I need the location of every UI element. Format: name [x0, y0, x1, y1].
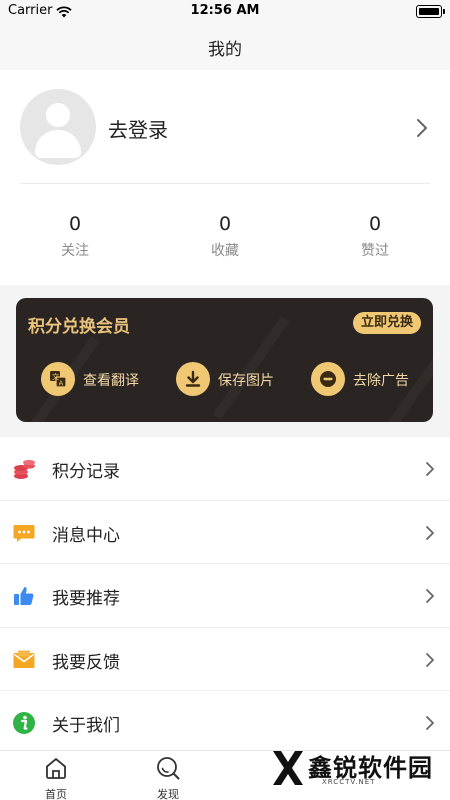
watermark-x-icon — [273, 751, 303, 785]
tab-discover[interactable]: 发现 — [138, 755, 198, 800]
chevron-right-icon — [425, 652, 435, 672]
login-link[interactable]: 去登录 — [108, 114, 168, 143]
info-icon — [12, 711, 36, 735]
discover-icon — [157, 757, 180, 780]
coins-icon — [12, 457, 36, 481]
menu-item-recommend[interactable]: 我要推荐 — [0, 564, 450, 628]
divider — [20, 183, 430, 184]
menu-label: 消息中心 — [52, 525, 120, 546]
stat-value: 0 — [368, 213, 382, 235]
feedback-mail-icon — [12, 648, 36, 672]
stat-label: 赞过 — [361, 243, 389, 259]
menu-label: 积分记录 — [52, 462, 120, 482]
stat-favorites[interactable]: 0 收藏 — [150, 212, 300, 260]
watermark-subtext: XRCCTV.NET — [322, 778, 376, 786]
menu-item-points-record[interactable]: 积分记录 — [0, 437, 450, 501]
menu-label: 我要推荐 — [52, 589, 120, 609]
nav-bar: 我的 — [0, 24, 450, 70]
stat-value: 0 — [68, 213, 82, 235]
tab-label: 首页 — [45, 788, 67, 800]
stat-label: 收藏 — [211, 243, 239, 259]
status-bar: Carrier 12:56 AM — [0, 0, 450, 24]
watermark-logo: 鑫锐软件园 XRCCTV.NET — [270, 746, 432, 792]
status-time: 12:56 AM — [190, 3, 260, 18]
chevron-right-icon — [425, 715, 435, 735]
exchange-now-button[interactable]: 立即兑换 — [352, 312, 421, 334]
stat-following[interactable]: 0 关注 — [0, 212, 150, 260]
feature-label: 保存图片 — [218, 373, 274, 389]
download-icon — [176, 362, 210, 396]
avatar-body-icon — [35, 130, 81, 158]
tab-label: 发现 — [157, 788, 179, 800]
card-decoration — [212, 316, 289, 420]
vip-title: 积分兑换会员 — [28, 317, 130, 337]
remove-ad-icon — [311, 362, 345, 396]
menu-item-message-center[interactable]: 消息中心 — [0, 501, 450, 564]
menu-item-feedback[interactable]: 我要反馈 — [0, 628, 450, 691]
chevron-right-icon[interactable] — [416, 118, 428, 142]
avatar[interactable] — [20, 89, 96, 165]
settings-menu: 积分记录 消息中心 我要推荐 我要反馈 关于我们 — [0, 437, 450, 755]
translate-icon: 文 A — [41, 362, 75, 396]
message-icon — [12, 521, 36, 545]
menu-item-about-us[interactable]: 关于我们 — [0, 691, 450, 755]
avatar-head-icon — [46, 103, 70, 127]
menu-label: 关于我们 — [52, 716, 120, 736]
stat-label: 关注 — [61, 243, 89, 259]
battery-icon — [416, 5, 445, 18]
menu-label: 我要反馈 — [52, 652, 120, 673]
profile-section: 去登录 0 关注 0 收藏 0 赞过 — [0, 70, 450, 285]
vip-exchange-card: 积分兑换会员 立即兑换 文 A 查看翻译 保存图片 去除广告 — [16, 298, 433, 422]
svg-text:A: A — [59, 380, 64, 388]
stat-likes[interactable]: 0 赞过 — [300, 212, 450, 260]
feature-label: 查看翻译 — [83, 373, 139, 389]
chevron-right-icon — [425, 461, 435, 481]
feature-label: 去除广告 — [353, 373, 409, 389]
tab-home[interactable]: 首页 — [26, 755, 86, 800]
stat-value: 0 — [218, 213, 232, 235]
chevron-right-icon — [425, 588, 435, 608]
thumbs-up-icon — [12, 584, 36, 608]
home-icon — [46, 758, 66, 779]
chevron-right-icon — [425, 525, 435, 545]
page-title: 我的 — [208, 40, 242, 60]
